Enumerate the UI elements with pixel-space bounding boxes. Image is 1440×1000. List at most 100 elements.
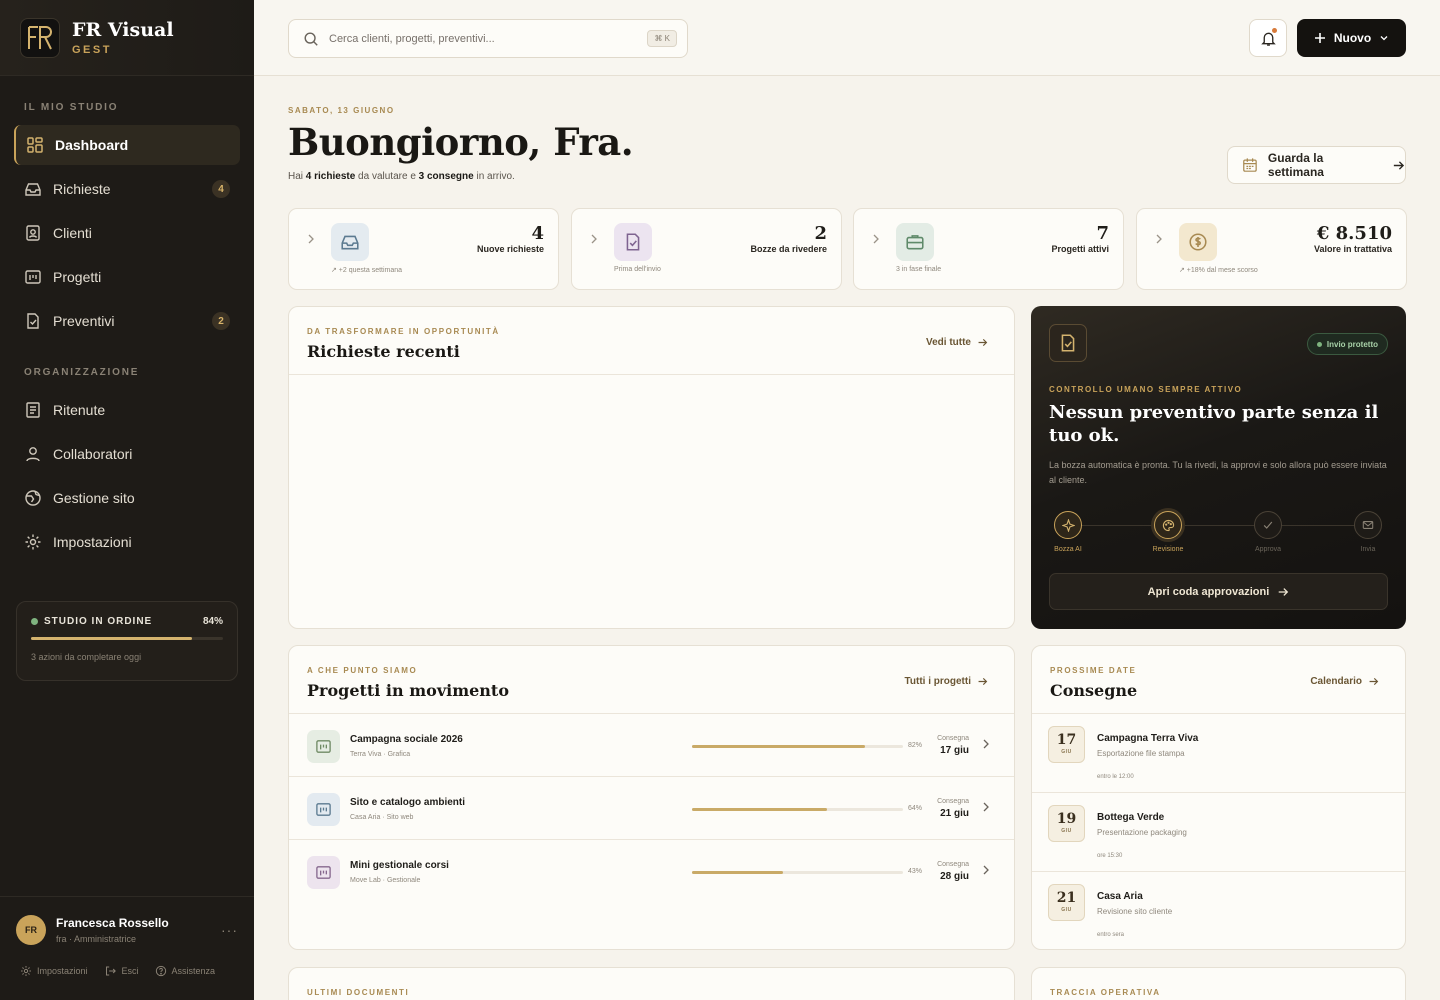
search-input[interactable]: Cerca clienti, progetti, preventivi... ⌘…: [288, 19, 688, 58]
step-send[interactable]: Invia: [1354, 511, 1382, 553]
help-link[interactable]: Assistenza: [155, 965, 216, 977]
project-progress-fill: [692, 871, 783, 874]
settings-link[interactable]: Impostazioni: [20, 965, 88, 977]
settings-link-label: Impostazioni: [37, 966, 88, 976]
new-button[interactable]: Nuovo: [1297, 19, 1406, 57]
delivery-name: Bottega Verde: [1097, 812, 1165, 823]
kpi-value: 7: [1096, 223, 1109, 244]
step-review[interactable]: Revisione: [1153, 511, 1183, 553]
date-month: GIU: [1061, 749, 1072, 755]
link-label: Calendario: [1310, 676, 1362, 687]
kpi-drafts[interactable]: 2 Bozze da rivedere Prima dell'invio: [571, 208, 842, 290]
status-progress: [31, 637, 223, 640]
status-note: 3 azioni da completare oggi: [31, 652, 142, 662]
user-role: fra · Amministratrice: [56, 934, 137, 944]
brand[interactable]: FR Visual GEST: [0, 0, 254, 76]
receipt-icon: [26, 402, 40, 418]
card-kicker: TRACCIA OPERATIVA: [1050, 988, 1161, 997]
brand-sub: GEST: [72, 43, 112, 56]
inbox-icon: [25, 183, 41, 196]
chevron-down-icon: [1380, 36, 1388, 41]
delivery-name: Casa Aria: [1097, 891, 1143, 902]
sub-deliveries-count: 3 consegne: [418, 171, 474, 182]
sidebar-item-ritenute[interactable]: Ritenute: [14, 390, 240, 430]
project-row[interactable]: Sito e catalogo ambienti Casa Aria · Sit…: [289, 776, 1014, 839]
divider: [289, 374, 1014, 375]
step-approve[interactable]: Approva: [1254, 511, 1282, 553]
plus-icon: [1314, 33, 1325, 43]
step-label: Invia: [1360, 546, 1376, 553]
board-icon: [25, 270, 41, 284]
project-meta: Move Lab · Gestionale: [350, 877, 421, 884]
avatar[interactable]: FR: [16, 915, 46, 945]
approval-icon-box: [1049, 324, 1087, 362]
board-icon: [316, 803, 331, 816]
more-icon[interactable]: ···: [221, 922, 238, 938]
delivery-row[interactable]: 19 GIU Bottega Verde Presentazione packag…: [1032, 792, 1405, 871]
gear-icon: [21, 966, 31, 976]
sidebar-item-label: Impostazioni: [53, 534, 132, 550]
open-approval-queue-button[interactable]: Apri coda approvazioni: [1049, 573, 1388, 610]
step-draft[interactable]: Bozza AI: [1054, 511, 1082, 553]
check-icon: [1263, 521, 1273, 529]
delivery-sub: Revisione sito cliente: [1097, 907, 1173, 916]
date-month: GIU: [1061, 828, 1072, 834]
sub-requests-count: 4 richieste: [305, 171, 356, 182]
kpi-pipeline-value[interactable]: € 8.510 Valore in trattativa ↗ +18% dal …: [1136, 208, 1407, 290]
delivery-row[interactable]: 21 GIU Casa Aria Revisione sito cliente e…: [1032, 871, 1405, 949]
project-row[interactable]: Campagna sociale 2026 Terra Viva · Grafi…: [289, 713, 1014, 776]
approval-steps: Bozza AI Revisione Approva Invia: [1049, 507, 1389, 557]
sidebar-item-dashboard[interactable]: Dashboard: [14, 125, 240, 165]
view-all-requests-link[interactable]: Vedi tutte: [926, 337, 988, 348]
sidebar-item-clienti[interactable]: Clienti: [14, 213, 240, 253]
delivery-sub: Esportazione file stampa: [1097, 749, 1185, 758]
kpi-value: 2: [814, 223, 827, 244]
sidebar-item-preventivi[interactable]: Preventivi 2: [14, 301, 240, 341]
ops-card: TRACCIA OPERATIVA: [1031, 967, 1406, 1000]
sidebar-item-progetti[interactable]: Progetti: [14, 257, 240, 297]
project-icon-box: [307, 730, 340, 763]
sidebar-item-impostazioni[interactable]: Impostazioni: [14, 522, 240, 562]
kpi-new-requests[interactable]: 4 Nuove richieste ↗ +2 questa settimana: [288, 208, 559, 290]
logo-mark-icon: [28, 25, 52, 49]
help-link-label: Assistenza: [171, 966, 216, 976]
delivery-row[interactable]: 17 GIU Campagna Terra Viva Esportazione f…: [1032, 713, 1405, 792]
calendar-link[interactable]: Calendario: [1310, 676, 1379, 687]
greeting-subtitle: Hai 4 richieste da valutare e 3 consegne…: [288, 171, 515, 182]
sidebar: FR Visual GEST IL MIO STUDIO Dashboard R…: [0, 0, 254, 1000]
project-pct: 64%: [908, 805, 923, 812]
view-week-button[interactable]: Guarda la settimana: [1227, 146, 1406, 184]
kpi-active-projects[interactable]: 7 Progetti attivi 3 in fase finale: [853, 208, 1124, 290]
date-badge: 17 GIU: [1048, 726, 1085, 763]
pill-label: Invio protetto: [1326, 339, 1378, 349]
nav-section-studio: IL MIO STUDIO: [24, 102, 119, 113]
richieste-badge: 4: [212, 180, 230, 198]
delivery-time: ore 15:30: [1097, 853, 1123, 859]
chevron-right-icon: [308, 234, 314, 244]
step-label: Approva: [1254, 546, 1282, 553]
arrow-right-icon: [978, 677, 988, 686]
chevron-right-icon: [983, 802, 989, 812]
project-progress: [692, 745, 903, 748]
arrow-right-icon: [1369, 677, 1379, 686]
project-row[interactable]: Mini gestionale corsi Move Lab · Gestion…: [289, 839, 1014, 902]
globe-icon: [25, 490, 41, 506]
sidebar-item-gestione-sito[interactable]: Gestione sito: [14, 478, 240, 518]
all-projects-link[interactable]: Tutti i progetti: [905, 676, 988, 687]
delivery-time: entro le 12:00: [1097, 774, 1134, 780]
delivery-sub: Presentazione packaging: [1097, 828, 1187, 837]
sidebar-item-collaboratori[interactable]: Collaboratori: [14, 434, 240, 474]
deadline-label: Consegna: [937, 861, 969, 868]
button-label: Apri coda approvazioni: [1147, 585, 1270, 598]
file-check-icon: [1061, 334, 1075, 352]
kpi-label: Bozze da rivedere: [750, 244, 827, 254]
kpi-label: Progetti attivi: [1051, 244, 1109, 254]
logout-link[interactable]: Esci: [104, 965, 139, 977]
card-title: Richieste recenti: [307, 342, 460, 361]
project-meta: Casa Aria · Sito web: [350, 814, 414, 821]
kpi-icon-box: [1179, 223, 1217, 261]
notifications-button[interactable]: [1249, 19, 1287, 57]
approval-card: Invio protetto CONTROLLO UMANO SEMPRE AT…: [1031, 306, 1406, 629]
sidebar-item-richieste[interactable]: Richieste 4: [14, 169, 240, 209]
project-progress: [692, 871, 903, 874]
